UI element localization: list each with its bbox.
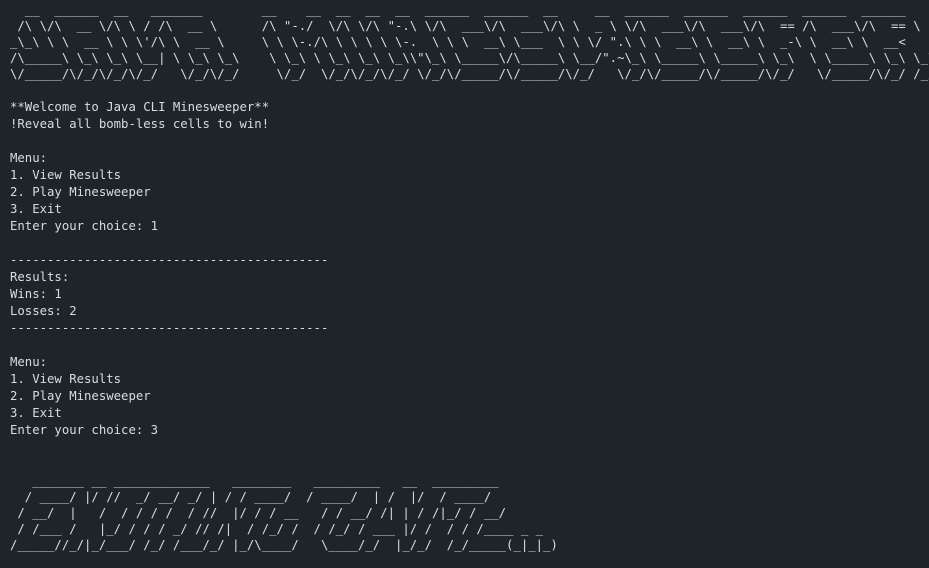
banner-line: _\_\ \ \ __ \ \ \'/\ \ __ \ \ \ \-./\ \ …	[10, 35, 906, 49]
footer-line: _______ __ _____________ ________ ______…	[10, 474, 499, 488]
divider-line: ----------------------------------------…	[10, 321, 329, 335]
losses-count: Losses: 2	[10, 304, 77, 318]
banner-line: __ ______ __ _______ __ __ __ __ __ ____…	[10, 3, 906, 17]
divider-line: ----------------------------------------…	[10, 253, 329, 267]
banner-line: /\_____\ \_\ \_\ \__| \ \_\ \_\ \ \_\ \ …	[10, 51, 929, 65]
menu-option-exit: 3. Exit	[10, 406, 62, 420]
terminal-window: __ ______ __ _______ __ __ __ __ __ ____…	[0, 0, 929, 568]
footer-line: /_____//_/|_/___/ /_/ /___/_/ |_/\____/ …	[10, 538, 558, 552]
menu-option-view-results: 1. View Results	[10, 372, 122, 386]
choice-prompt-line[interactable]: Enter your choice: 3	[10, 422, 929, 439]
footer-line: / __/ | / / / / / / // |/ / / __ / / __/…	[10, 506, 507, 520]
menu-option-exit: 3. Exit	[10, 202, 62, 216]
footer-line: / /___ / |_/ / / / _/ // /| / /_/ / / /_…	[10, 522, 544, 536]
welcome-title: **Welcome to Java CLI Minesweeper**	[10, 100, 270, 114]
main-menu-second: Menu: 1. View Results 2. Play Minesweepe…	[10, 354, 929, 439]
menu-option-play-minesweeper: 2. Play Minesweeper	[10, 185, 151, 199]
main-menu-first: Menu: 1. View Results 2. Play Minesweepe…	[10, 150, 929, 235]
results-heading: Results:	[10, 270, 70, 284]
choice-prompt-line: Enter your choice: 1	[10, 219, 159, 233]
welcome-subtitle: !Reveal all bomb-less cells to win!	[10, 117, 270, 131]
ascii-title-banner: __ ______ __ _______ __ __ __ __ __ ____…	[10, 2, 929, 82]
menu-option-play-minesweeper: 2. Play Minesweeper	[10, 389, 151, 403]
menu-heading: Menu:	[10, 355, 48, 369]
results-section: ----------------------------------------…	[10, 252, 929, 337]
footer-line: / ____/ |/ // _/ __/ _/ | / / ____/ / __…	[10, 490, 492, 504]
ascii-exiting-banner: _______ __ _____________ ________ ______…	[10, 473, 929, 553]
menu-heading: Menu:	[10, 151, 48, 165]
banner-line: \/_____/\/_/\/_/\/_/ \/_/\/_/ \/_/ \/_/\…	[10, 67, 929, 81]
wins-count: Wins: 1	[10, 287, 62, 301]
banner-line: /\ \/\ __ \/\ \ / /\ __ \ /\ "-./ \/\ \/…	[10, 19, 921, 33]
menu-option-view-results: 1. View Results	[10, 168, 122, 182]
